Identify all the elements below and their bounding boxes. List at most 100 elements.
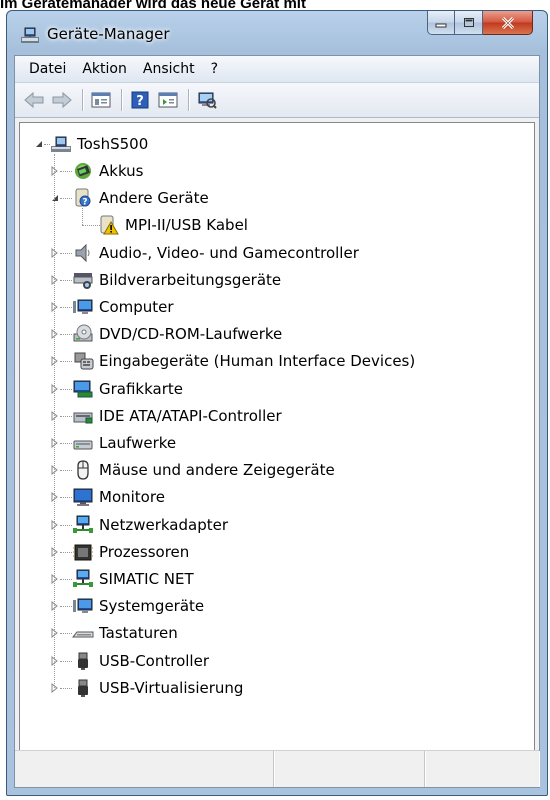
tree-line: [60, 334, 72, 336]
expand-arrow-icon[interactable]: [50, 601, 60, 612]
tree-item-label: Monitore: [99, 488, 165, 507]
tree-item-usb-virtualisierung[interactable]: USB-Virtualisierung: [72, 675, 243, 701]
device-manager-window: Geräte-Manager Datei Aktion Ansicht ? ? …: [6, 10, 548, 796]
view-button[interactable]: [155, 88, 181, 112]
processor-icon: [73, 544, 93, 561]
tree-item-label: DVD/CD-ROM-Laufwerke: [99, 325, 283, 344]
tree-item-systemgerate[interactable]: Systemgeräte: [72, 593, 204, 619]
tree-item-label: Computer: [99, 298, 174, 316]
network-adapter-icon: [73, 515, 93, 533]
tree-item-computer[interactable]: Computer: [72, 294, 174, 320]
expand-arrow-icon[interactable]: [50, 465, 60, 476]
tree-item-dvd-cd-rom-laufwerke[interactable]: DVD/CD-ROM-Laufwerke: [72, 321, 282, 347]
menu-help[interactable]: ?: [203, 61, 226, 77]
tree-item-eingabegerate-human-interface-devices[interactable]: Eingabegeräte (Human Interface Devices): [72, 348, 415, 374]
expand-arrow-icon[interactable]: [50, 574, 60, 584]
tree-line: [60, 579, 72, 580]
toolbar-separator: [82, 89, 83, 111]
expand-arrow-icon[interactable]: [50, 329, 60, 340]
tree-item-andere-gerate[interactable]: ? Andere Geräte: [72, 185, 209, 211]
hid-icon: [74, 352, 94, 370]
collapse-arrow-icon[interactable]: [50, 193, 60, 203]
status-cell: [274, 751, 425, 787]
tree-line: [60, 606, 72, 608]
tree-line: [60, 252, 72, 254]
expand-arrow-icon[interactable]: [50, 655, 60, 666]
help-icon: ?: [131, 91, 149, 109]
tree-item-label: Netzwerkadapter: [99, 515, 228, 534]
expand-arrow-icon[interactable]: [50, 546, 60, 557]
expand-arrow-icon[interactable]: [50, 628, 60, 639]
tree-root-label: ToshS500: [77, 135, 149, 153]
close-button[interactable]: [483, 11, 533, 35]
tree-line: [60, 388, 72, 390]
tree-item-grafikkarte[interactable]: Grafikkarte: [72, 376, 183, 402]
tree-line: [60, 524, 72, 526]
tree-item-monitore[interactable]: Monitore: [72, 484, 165, 510]
tree-item-akkus[interactable]: Akkus: [72, 158, 144, 184]
tree-item-laufwerke[interactable]: Laufwerke: [72, 430, 176, 456]
tree-item-bildverarbeitungsgerate[interactable]: Bildverarbeitungsgeräte: [72, 267, 281, 293]
expand-arrow-icon[interactable]: [50, 383, 60, 394]
expand-arrow-icon[interactable]: [50, 519, 60, 530]
tree-item-mpi-ii-usb-kabel[interactable]: MPI-II/USB Kabel: [98, 212, 248, 238]
tree-item-ide-ata-atapi-controller[interactable]: IDE ATA/ATAPI-Controller: [72, 403, 282, 429]
tree-item-usb-controller[interactable]: USB-Controller: [72, 648, 209, 674]
tree-item-label: Tastaturen: [99, 624, 178, 643]
tree-item-simatic-net[interactable]: SIMATIC NET: [72, 566, 194, 592]
scanner-icon: [73, 272, 93, 289]
menu-datei[interactable]: Datei: [21, 61, 74, 77]
device-manager-app-icon: [21, 27, 39, 43]
tree-item-mause-und-andere-zeigegerate[interactable]: Mäuse und andere Zeigegeräte: [72, 457, 335, 483]
tree-item-audio-video-und-gamecontroller[interactable]: Audio-, Video- und Gamecontroller: [72, 240, 359, 266]
expand-arrow-icon[interactable]: [50, 166, 60, 176]
minimize-button[interactable]: [427, 11, 455, 35]
simatic-net-icon: [73, 569, 93, 587]
ide-controller-icon: [73, 412, 93, 424]
tree-item-label: Eingabegeräte (Human Interface Devices): [99, 352, 416, 371]
device-tree[interactable]: ToshS500 Akkus? Andere Geräte MPI-II/USB K…: [19, 122, 535, 759]
title-bar[interactable]: Geräte-Manager: [7, 11, 547, 55]
tree-item-label: Grafikkarte: [99, 379, 184, 398]
maximize-button[interactable]: [455, 11, 483, 35]
collapse-arrow-icon[interactable]: [34, 139, 44, 149]
expand-arrow-icon[interactable]: [50, 438, 60, 448]
tree-item-netzwerkadapter[interactable]: Netzwerkadapter: [72, 512, 228, 538]
tree-line: [60, 687, 72, 689]
toolbar-separator: [188, 89, 189, 111]
tree-root[interactable]: ToshS500: [50, 131, 148, 157]
minimize-icon: [435, 23, 447, 27]
expand-arrow-icon[interactable]: [50, 302, 60, 312]
expand-arrow-icon[interactable]: [50, 274, 60, 285]
toolbar: ?: [15, 83, 539, 118]
usb-virtual-icon: [78, 679, 88, 697]
caption-fragment: Im Gerätemanager wird das neue Gerät mit: [0, 0, 550, 8]
forward-button[interactable]: [49, 88, 75, 112]
usb-icon: [78, 652, 88, 670]
tree-item-label: Laufwerke: [99, 434, 177, 452]
expand-arrow-icon[interactable]: [50, 356, 60, 367]
scan-hardware-button[interactable]: [194, 88, 220, 112]
menu-ansicht[interactable]: Ansicht: [135, 61, 203, 77]
properties-icon: [91, 92, 111, 108]
help-button[interactable]: ?: [127, 88, 153, 112]
back-button[interactable]: [21, 88, 47, 112]
properties-button[interactable]: [88, 88, 114, 112]
menu-aktion[interactable]: Aktion: [74, 61, 135, 77]
tree-line: [60, 633, 72, 635]
expand-arrow-icon[interactable]: [50, 682, 60, 693]
tree-line: [60, 470, 72, 472]
disk-drive-icon: [73, 440, 93, 450]
expand-arrow-icon[interactable]: [50, 247, 60, 258]
tree-line: [60, 551, 72, 553]
tree-line: [60, 198, 72, 200]
window-title: Geräte-Manager: [47, 25, 170, 43]
tree-item-tastaturen[interactable]: Tastaturen: [72, 620, 178, 646]
expand-arrow-icon[interactable]: [50, 492, 60, 503]
computer-icon: [73, 299, 93, 314]
tree-line: [60, 279, 72, 281]
tree-item-label: Systemgeräte: [99, 597, 205, 616]
tree-item-prozessoren[interactable]: Prozessoren: [72, 539, 189, 565]
expand-arrow-icon[interactable]: [50, 410, 60, 421]
tree-item-label: Mäuse und andere Zeigegeräte: [99, 461, 335, 480]
